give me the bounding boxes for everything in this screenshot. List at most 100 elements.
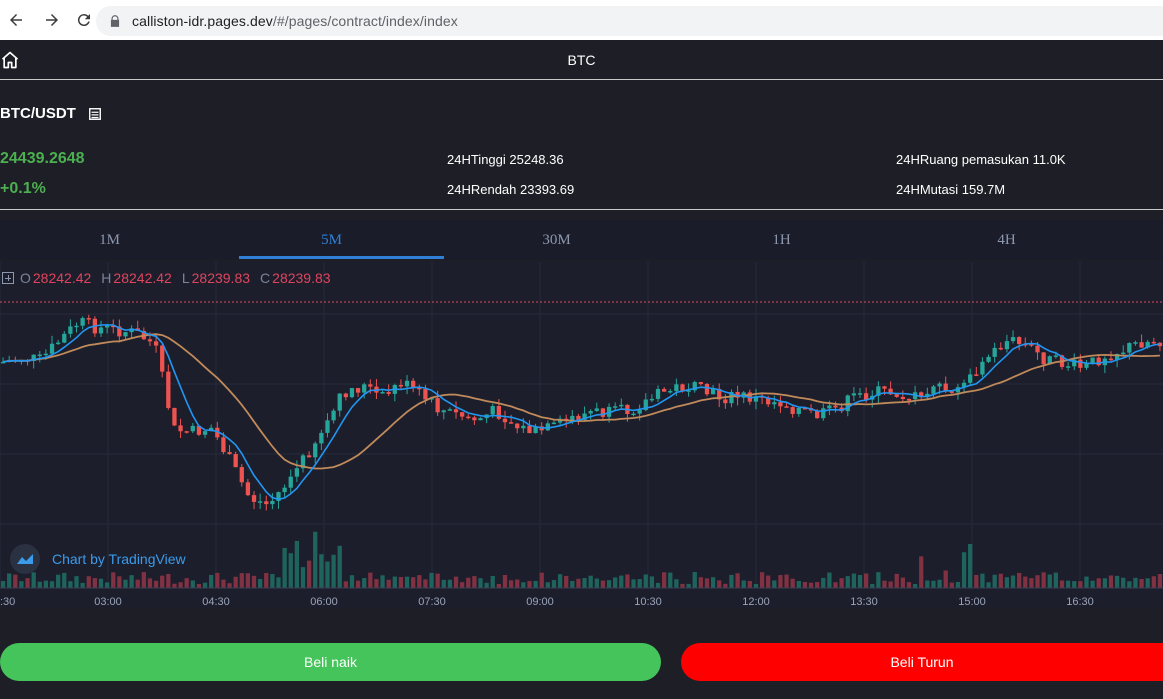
volume-bar: [1127, 581, 1132, 588]
back-arrow-icon: [10, 14, 22, 26]
candle-body: [349, 388, 355, 398]
candle-body: [827, 405, 832, 409]
candle-body: [74, 325, 79, 328]
volume-bar: [1151, 576, 1156, 588]
volume-bar: [557, 574, 563, 588]
inflow-24h: 24HRuang pemasukan 11.0K: [896, 152, 1066, 167]
candle-body: [974, 374, 979, 376]
candle-body: [233, 454, 238, 468]
volume-bar: [698, 577, 704, 588]
candle-body: [166, 371, 171, 408]
volume-bar: [784, 574, 789, 588]
time-tick-label: 04:30: [202, 596, 230, 608]
volume-bar: [472, 576, 477, 588]
volume-bar: [355, 580, 361, 588]
candle-body: [288, 476, 293, 488]
candle-body: [1041, 352, 1046, 365]
close-label: C: [260, 270, 271, 286]
volume-bar: [343, 581, 348, 588]
back-button[interactable]: [0, 4, 32, 36]
volume-bar: [300, 567, 306, 588]
tab-30m[interactable]: 30M: [444, 220, 669, 260]
volume-bar: [741, 580, 746, 588]
volume-bar: [221, 579, 226, 588]
buy-down-button[interactable]: Beli Turun: [681, 643, 1163, 681]
candle-body: [172, 407, 177, 426]
volume-bar: [1145, 578, 1150, 588]
volume-bar: [508, 580, 514, 588]
volume-bar: [625, 574, 630, 588]
volume-bar: [153, 580, 159, 588]
candle-body: [380, 392, 385, 394]
candle-body: [790, 407, 795, 414]
forward-button[interactable]: [36, 4, 68, 36]
volume-bar: [704, 578, 710, 588]
volume-bar: [1029, 578, 1034, 588]
volume-bar: [888, 581, 893, 588]
volume-bar: [86, 576, 91, 588]
volume-bar: [900, 577, 905, 588]
volume-bar: [374, 579, 379, 588]
volume-bar: [74, 576, 79, 588]
volume-bar: [551, 580, 557, 588]
candle-body: [368, 384, 373, 387]
candle-body: [594, 408, 599, 411]
volume-bar: [821, 577, 826, 588]
candle-body: [435, 398, 440, 413]
candle-body: [404, 380, 410, 387]
candle-body: [851, 393, 857, 396]
volume-bar: [25, 578, 30, 588]
candle-body: [857, 393, 863, 395]
volume-bar: [147, 578, 153, 588]
ma-slow-line: [2, 333, 1160, 470]
volume-bar: [411, 577, 416, 588]
volume-bar: [1096, 578, 1101, 588]
expand-icon[interactable]: [2, 272, 14, 284]
low-value: 28239.83: [191, 270, 251, 286]
volume-bar: [417, 575, 422, 588]
volume-bar: [827, 572, 832, 588]
buy-up-button[interactable]: Beli naik: [0, 643, 661, 681]
volume-bar: [753, 583, 759, 588]
volume-bar: [1065, 580, 1071, 588]
volume-bar: [80, 582, 85, 588]
volume-bar: [643, 574, 648, 588]
tradingview-attribution[interactable]: Chart by TradingView: [10, 544, 186, 574]
candle-body: [466, 416, 471, 419]
volume-bar: [778, 575, 783, 588]
tab-5m[interactable]: 5M: [219, 220, 444, 260]
volume-bar: [227, 583, 232, 588]
page-title: BTC: [567, 51, 596, 68]
candle-body: [147, 339, 153, 342]
volume-bar: [631, 579, 636, 588]
address-bar[interactable]: calliston-idr.pages.dev/#/pages/contract…: [96, 6, 1163, 36]
candle-body: [619, 404, 624, 407]
volume-bar: [1139, 578, 1144, 588]
volume-bar: [759, 572, 765, 588]
candle-body: [221, 437, 226, 453]
volume-bar: [331, 554, 336, 588]
price-chart[interactable]: O 28242.42 H 28242.42 L 28239.83 C 28239.83 …: [0, 262, 1163, 608]
volume-bar: [1023, 576, 1028, 588]
volume-bar: [710, 577, 716, 588]
candle-body: [319, 432, 324, 444]
tab-1m[interactable]: 1M: [0, 220, 219, 260]
volume-bar: [490, 575, 495, 588]
candle-body: [1127, 343, 1132, 353]
volume-bar: [527, 581, 532, 588]
candle-body: [386, 392, 391, 394]
candle-body: [772, 402, 777, 405]
url-path: /#/pages/contract/index/index: [272, 13, 458, 29]
candle-body: [104, 325, 110, 328]
tab-4h[interactable]: 4H: [894, 220, 1119, 260]
pair-selector[interactable]: BTC/USDT: [0, 105, 102, 122]
candle-body: [43, 353, 49, 356]
volume-bar: [606, 580, 612, 588]
volume-bar: [521, 582, 526, 588]
candle-body: [1065, 366, 1071, 368]
tab-1h[interactable]: 1H: [669, 220, 894, 260]
volume-bar: [441, 579, 446, 588]
candle-body: [270, 501, 275, 505]
home-icon[interactable]: [0, 50, 20, 70]
volume-bar: [668, 572, 673, 588]
